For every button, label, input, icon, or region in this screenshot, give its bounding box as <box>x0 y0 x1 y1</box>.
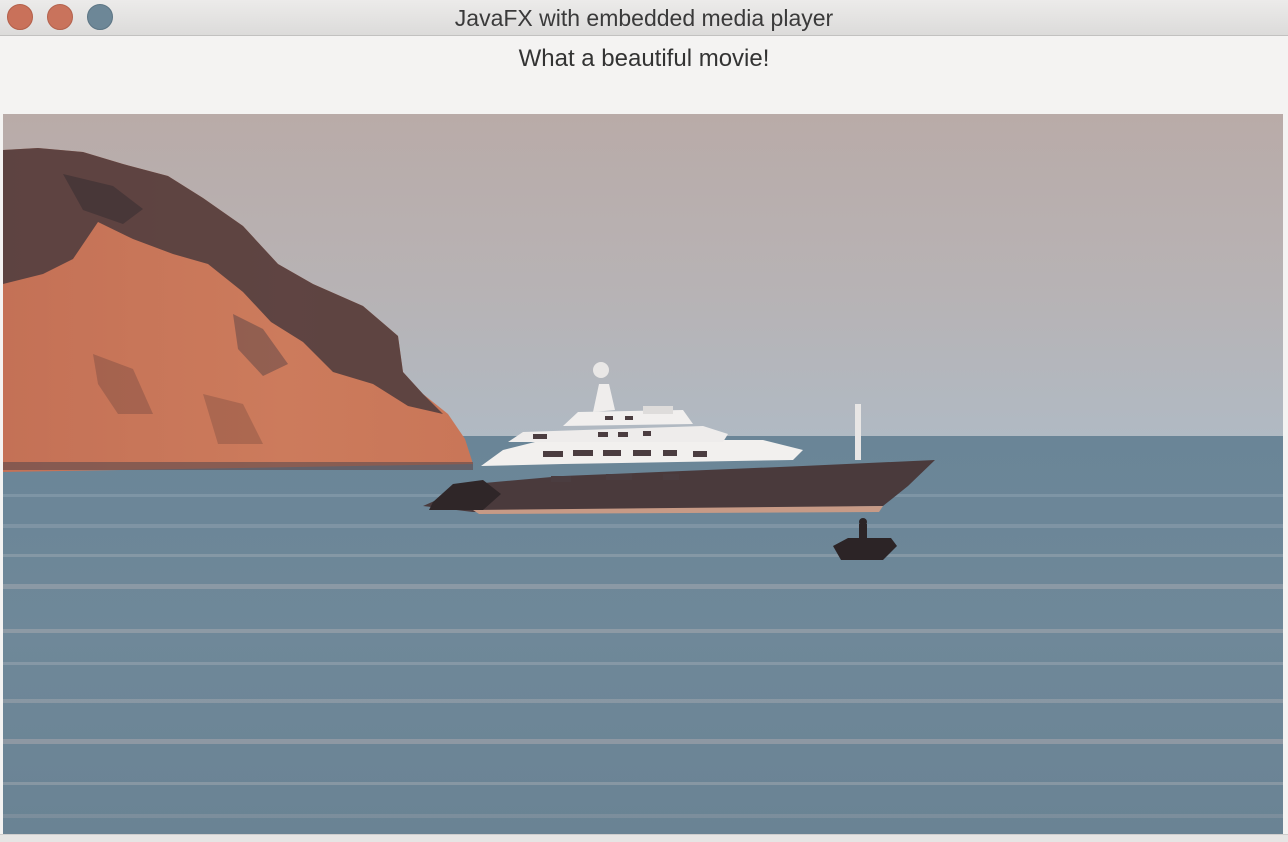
content-header: What a beautiful movie! <box>0 36 1288 114</box>
app-window: JavaFX with embedded media player What a… <box>0 0 1288 842</box>
caption-label: What a beautiful movie! <box>518 45 770 72</box>
window-bottom-edge <box>0 834 1288 842</box>
media-view[interactable] <box>3 114 1283 834</box>
yacht-mast <box>855 404 861 460</box>
window-title: JavaFX with embedded media player <box>454 5 834 31</box>
title-bar[interactable]: JavaFX with embedded media player <box>0 0 1288 36</box>
video-frame <box>3 114 1283 834</box>
